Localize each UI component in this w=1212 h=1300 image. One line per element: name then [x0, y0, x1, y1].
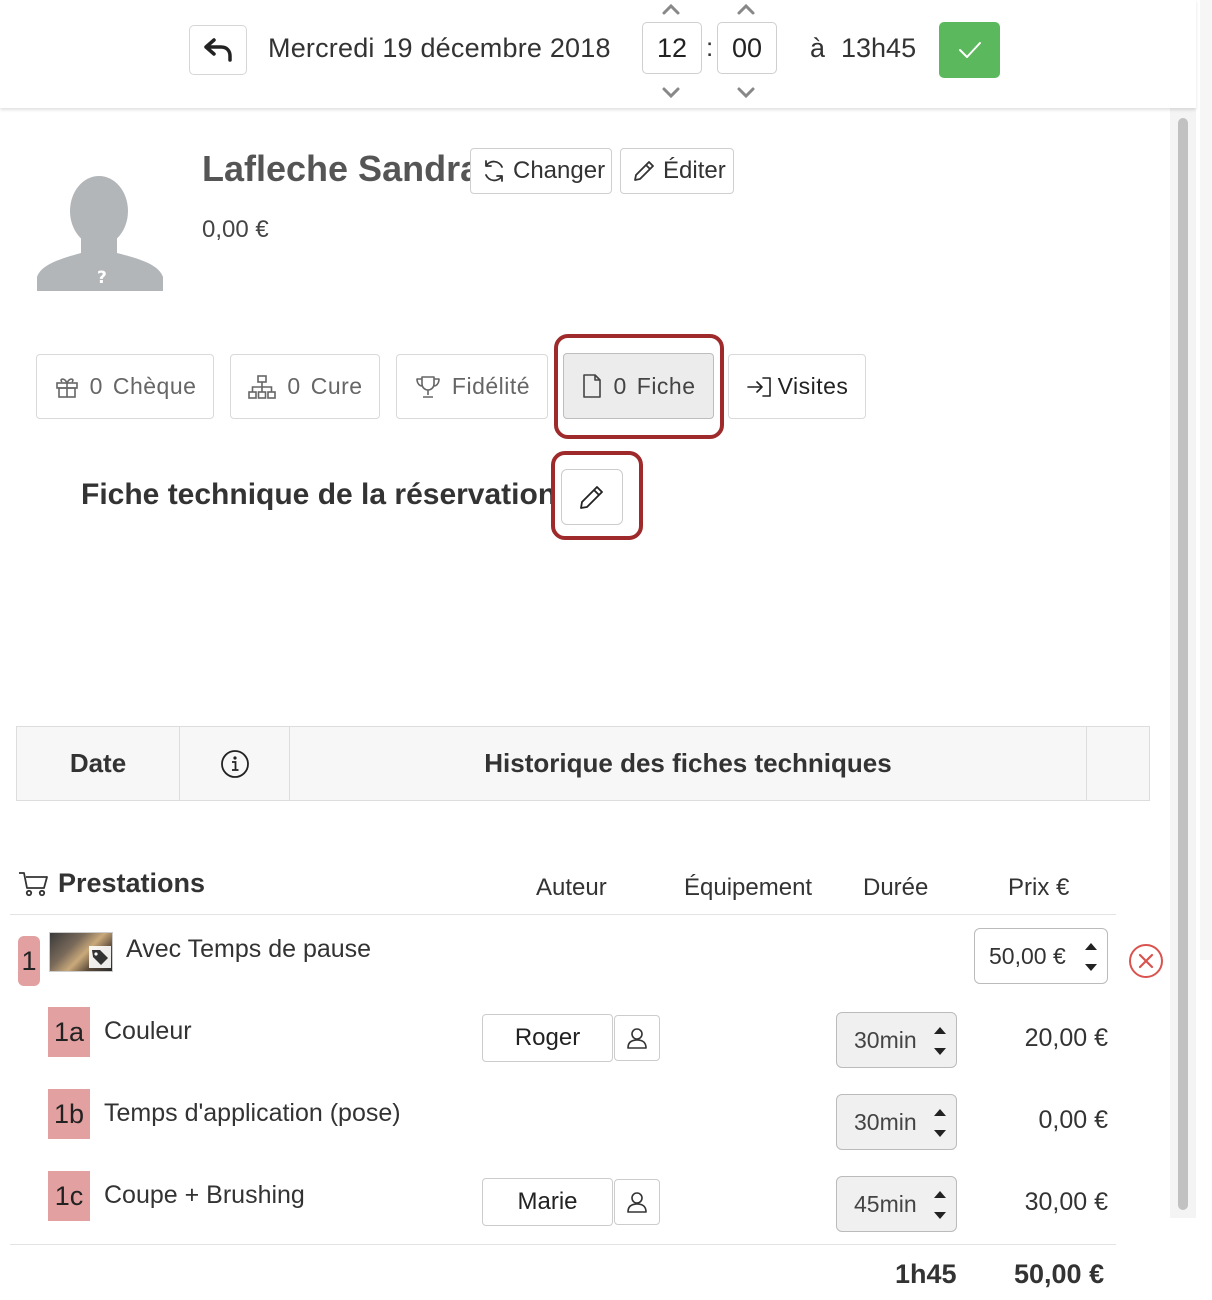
client-balance: 0,00 €	[202, 216, 269, 243]
edit-label: Éditer	[663, 157, 726, 184]
prestations-header: Prestations	[18, 868, 205, 899]
gift-icon	[54, 374, 80, 400]
history-col-date[interactable]: Date	[17, 727, 180, 800]
prestation-name: Avec Temps de pause	[126, 935, 372, 963]
tab-cure-label: Cure	[310, 373, 363, 399]
tab-cheque[interactable]: 0 Chèque	[36, 354, 214, 419]
history-col-info[interactable]	[180, 727, 290, 800]
divider	[10, 1244, 1116, 1245]
top-bar: Mercredi 19 décembre 2018 12 : 00 à 13h4…	[0, 0, 1196, 108]
col-author: Auteur	[536, 874, 607, 901]
check-icon	[957, 40, 983, 60]
refresh-icon	[481, 158, 507, 184]
history-col-empty	[1087, 727, 1149, 800]
highlight-edit-fiche	[551, 451, 643, 540]
minute-down-chevron-icon[interactable]	[736, 86, 756, 100]
minute-up-chevron-icon[interactable]	[736, 2, 756, 16]
total-duration: 1h45	[895, 1259, 957, 1289]
tab-cheque-count: 0	[89, 373, 103, 399]
col-equipment: Équipement	[684, 874, 813, 901]
hour-down-chevron-icon[interactable]	[661, 86, 681, 100]
avatar: ?	[37, 175, 163, 291]
tab-cure[interactable]: 0 Cure	[230, 354, 380, 419]
prestation-price-input[interactable]: 50,00 €	[974, 928, 1108, 984]
undo-arrow-icon	[203, 37, 233, 63]
divider	[10, 914, 1116, 915]
end-time: 13h45	[841, 33, 917, 63]
until-label: à	[810, 33, 826, 63]
outer-scrollbar[interactable]	[1200, 0, 1212, 960]
tab-visites[interactable]: Visites	[728, 354, 866, 419]
duration-spinner-icon[interactable]	[932, 1103, 948, 1143]
col-duration: Durée	[863, 874, 929, 901]
item-number: 1c	[48, 1171, 90, 1221]
client-name: Lafleche Sandra	[202, 148, 481, 189]
item-name: Temps d'application (pose)	[104, 1099, 401, 1127]
tab-cheque-label: Chèque	[112, 373, 197, 399]
duration-input[interactable]: 30min	[836, 1012, 957, 1068]
item-name: Couleur	[104, 1017, 192, 1045]
duration-spinner-icon[interactable]	[932, 1185, 948, 1225]
edit-client-button[interactable]: Éditer	[620, 148, 734, 194]
time-separator: :	[706, 32, 714, 62]
duration-value: 30min	[854, 1026, 917, 1053]
price-spinner-icon[interactable]	[1083, 937, 1099, 977]
prestations-title: Prestations	[58, 868, 206, 898]
pencil-icon	[631, 158, 657, 184]
scrollbar-thumb[interactable]	[1178, 118, 1188, 1210]
item-number: 1a	[48, 1007, 90, 1057]
choose-employee-button[interactable]	[614, 1179, 660, 1225]
hour-up-chevron-icon[interactable]	[661, 2, 681, 16]
tab-fidelite[interactable]: Fidélité	[396, 354, 548, 419]
col-price: Prix €	[1008, 874, 1070, 901]
user-icon	[625, 1190, 649, 1214]
history-col-title: Historique des fiches techniques	[290, 727, 1087, 800]
remove-prestation-icon[interactable]	[1128, 943, 1164, 979]
change-client-button[interactable]: Changer	[470, 148, 612, 194]
author-select-button[interactable]: Roger	[482, 1014, 613, 1062]
info-circle-icon	[220, 749, 250, 779]
sitemap-icon	[247, 374, 277, 400]
duration-value: 30min	[854, 1108, 917, 1135]
highlight-fiche-tab	[554, 334, 724, 439]
duration-input[interactable]: 30min	[836, 1094, 957, 1150]
sign-in-icon	[746, 374, 774, 400]
avatar-mark: ?	[97, 268, 107, 288]
user-icon	[625, 1026, 649, 1050]
prestation-price-value: 50,00 €	[989, 942, 1066, 969]
item-price: 30,00 €	[1024, 1188, 1108, 1216]
back-button[interactable]	[189, 25, 247, 75]
confirm-button[interactable]	[939, 22, 1000, 78]
trophy-icon	[414, 374, 442, 400]
tag-icon	[89, 946, 111, 968]
change-label: Changer	[513, 157, 606, 184]
item-price: 0,00 €	[1038, 1106, 1108, 1134]
booking-date: Mercredi 19 décembre 2018	[268, 33, 611, 63]
minute-input[interactable]: 00	[717, 22, 777, 74]
duration-spinner-icon[interactable]	[932, 1021, 948, 1061]
duration-input[interactable]: 45min	[836, 1176, 957, 1232]
history-table-header: Date Historique des fiches techniques	[16, 726, 1150, 801]
duration-value: 45min	[854, 1190, 917, 1217]
hour-input[interactable]: 12	[642, 22, 702, 74]
tab-cure-count: 0	[287, 373, 301, 399]
item-name: Coupe + Brushing	[104, 1181, 305, 1209]
item-number: 1b	[48, 1089, 90, 1139]
tab-fidelite-label: Fidélité	[451, 373, 531, 399]
item-price: 20,00 €	[1024, 1024, 1108, 1052]
prestation-number: 1	[18, 936, 40, 986]
fiche-title: Fiche technique de la réservation	[81, 478, 557, 511]
choose-employee-button[interactable]	[614, 1015, 660, 1061]
author-select-button[interactable]: Marie	[482, 1178, 613, 1226]
tab-visites-label: Visites	[777, 373, 849, 399]
total-price: 50,00 €	[1014, 1259, 1105, 1289]
shopping-cart-icon	[18, 870, 50, 898]
